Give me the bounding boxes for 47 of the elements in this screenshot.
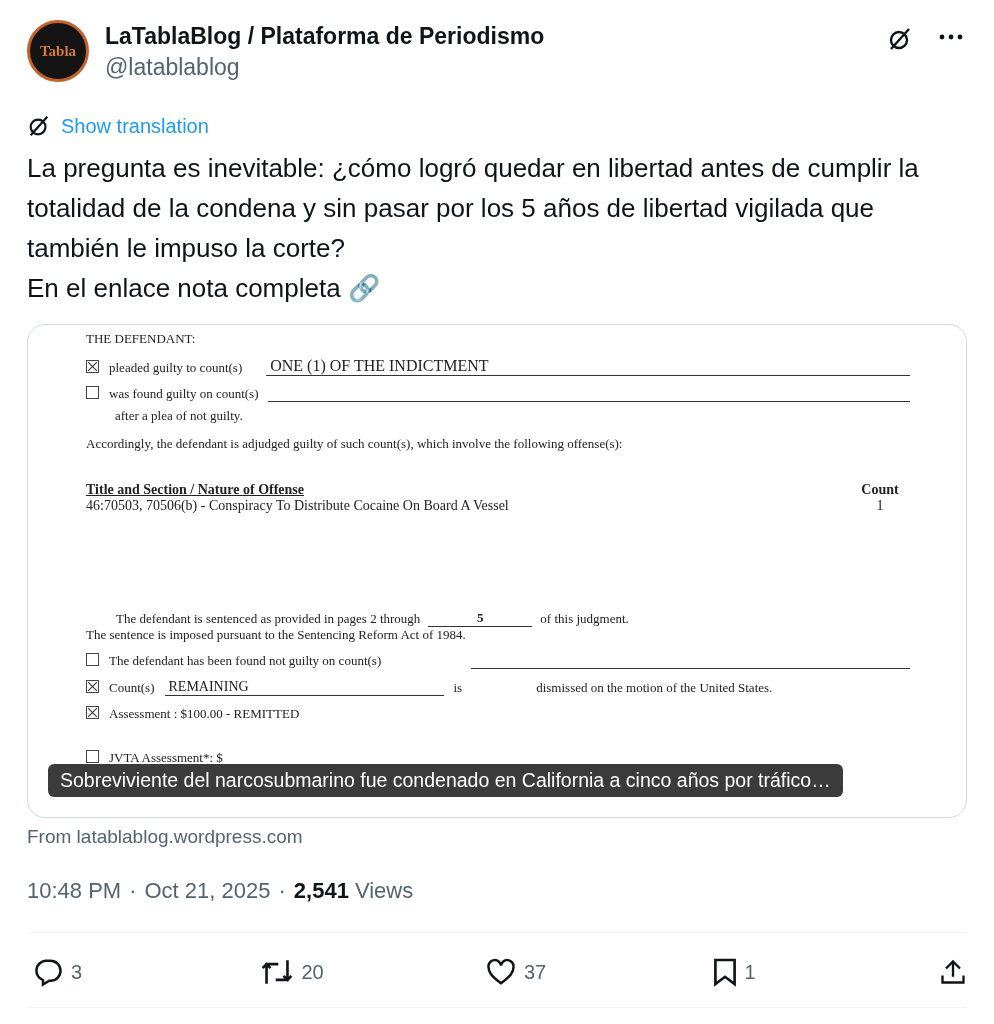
action-count: 3 — [71, 960, 83, 984]
avatar[interactable]: Tabla — [27, 20, 89, 82]
share-icon[interactable] — [939, 958, 967, 986]
author-name[interactable]: LaTablaBlog / Plataforma de Periodismo — [105, 23, 871, 50]
document-text: JVTA Assessment*: $ — [109, 750, 223, 766]
document-text: pleaded guilty to count(s) — [109, 360, 243, 376]
document-text: The defendant has been found not guilty on count(s) — [109, 653, 382, 669]
bookmark-icon[interactable] — [712, 957, 737, 987]
document-text: of this judgment. — [540, 611, 629, 627]
document-text: is — [453, 680, 463, 696]
post-date[interactable]: Oct 21, 2025 — [144, 878, 271, 904]
repost-icon[interactable] — [259, 957, 294, 987]
reply-icon[interactable] — [33, 957, 63, 987]
card-source[interactable]: From latablablog.wordpress.com — [27, 826, 967, 848]
views-label: Views — [354, 878, 414, 904]
card-caption: Sobreviviente del narcosubmarino fue condenado en California a cinco años por tráfico… — [48, 764, 843, 797]
fill-in-line: ONE (1) OF THE INDICTMENT — [266, 357, 910, 376]
document-text: Assessment : $100.00 - REMITTED — [109, 706, 300, 722]
separator-dot: · — [129, 878, 137, 904]
views-count: 2,541 — [293, 878, 349, 904]
slashed-circle-icon — [27, 114, 51, 138]
document-text: The sentence is imposed pursuant to the Sentencing Reform Act of 1984. — [86, 627, 467, 643]
column-heading: Title and Section / Nature of Offense — [86, 482, 305, 498]
count-value: 1 — [875, 498, 885, 514]
tweet-text: En el enlace nota completa 🔗 — [27, 272, 381, 305]
action-count: 37 — [524, 960, 547, 984]
document-heading: THE DEFENDANT: — [86, 331, 197, 347]
author-handle[interactable]: @latablablog — [105, 54, 871, 81]
more-icon[interactable] — [939, 34, 963, 40]
separator-dot: · — [278, 878, 286, 904]
action-count: 20 — [301, 960, 324, 984]
document-text: dismissed on the motion of the United States. — [536, 680, 773, 696]
post-time[interactable]: 10:48 PM — [27, 878, 122, 904]
fill-in-line: 5 — [428, 610, 533, 627]
offense-text: 46:70503, 70506(b) - Conspiracy To Distribute Cocaine On Board A Vessel — [86, 498, 509, 514]
document-text: Accordingly, the defendant is adjudged guilty of such count(s), which involve the following offense(s): — [86, 436, 624, 452]
link-card[interactable] — [27, 324, 967, 818]
document-text: Count(s) — [109, 680, 155, 696]
document-text: was found guilty on count(s) — [109, 386, 259, 402]
document-text: The defendant is sentenced as provided in pages 2 through — [116, 611, 421, 627]
column-heading: Count — [860, 482, 900, 498]
fill-in-line: REMAINING — [164, 679, 444, 696]
action-count: 1 — [744, 960, 756, 984]
heart-icon[interactable] — [486, 958, 516, 986]
slashed-circle-icon[interactable] — [887, 26, 913, 52]
tweet-text: La pregunta es inevitable: ¿cómo logró quedar en libertad antes de cumplir la totalidad de la condena y sin pasar por los 5 años de libertad vigilada que también le impuso la corte? — [27, 152, 920, 265]
document-text: after a plea of not guilty. — [115, 408, 244, 424]
